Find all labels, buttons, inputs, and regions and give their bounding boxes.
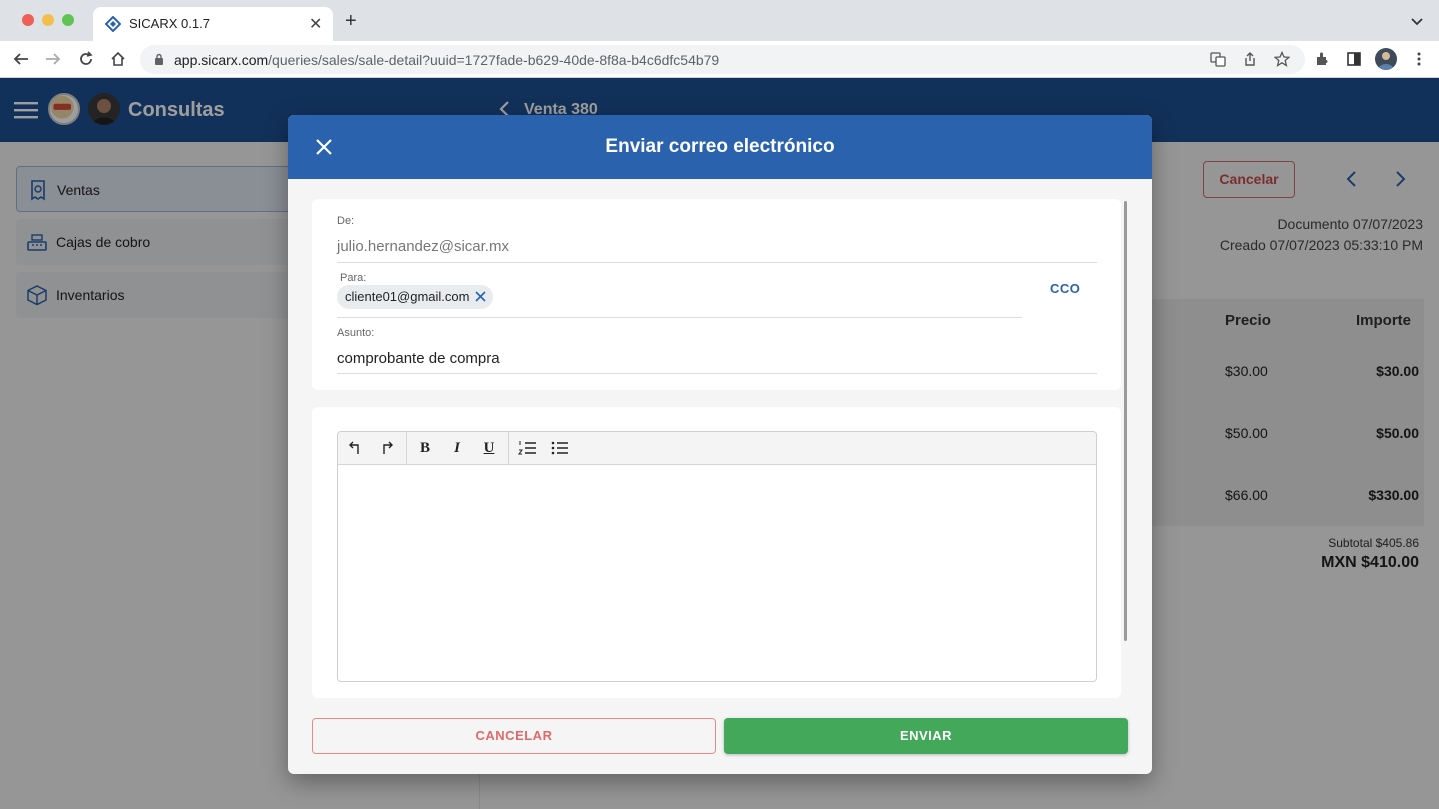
cancel-button[interactable]: CANCELAR (312, 718, 716, 754)
underline-button[interactable]: U (478, 438, 500, 458)
home-icon[interactable] (109, 50, 127, 68)
remove-chip-icon[interactable] (475, 291, 487, 302)
url-text: app.sicarx.com/queries/sales/sale-detail… (174, 52, 720, 68)
lock-icon (155, 53, 163, 65)
browser-tab[interactable]: SICARX 0.1.7 ✕ (93, 7, 333, 41)
undo-icon[interactable] (344, 438, 366, 458)
dialog-title: Enviar correo electrónico (605, 136, 835, 157)
toolbar-separator (508, 432, 509, 465)
recipient-chip[interactable]: cliente01@gmail.com (337, 285, 494, 309)
from-label: De: (337, 215, 355, 227)
close-window-button[interactable] (22, 14, 34, 26)
toolbar-separator (406, 432, 407, 465)
dialog-header: Enviar correo electrónico (288, 115, 1152, 179)
from-field: julio.hernandez@sicar.mx (337, 238, 509, 255)
sicar-logo-icon (105, 16, 121, 32)
maximize-window-button[interactable] (62, 14, 74, 26)
reload-icon[interactable] (77, 50, 95, 68)
bullet-list-icon[interactable] (549, 438, 571, 458)
star-icon[interactable] (1274, 51, 1290, 67)
divider (337, 373, 1097, 374)
sidepanel-icon[interactable] (1346, 51, 1362, 67)
more-vert-icon[interactable] (1411, 51, 1427, 67)
extensions-icon[interactable] (1314, 51, 1330, 67)
minimize-window-button[interactable] (42, 14, 54, 26)
email-body-card: B I U (312, 407, 1121, 698)
address-bar: app.sicarx.com/queries/sales/sale-detail… (0, 41, 1439, 78)
chevron-down-icon[interactable] (1410, 14, 1424, 28)
to-label: Para: (340, 272, 367, 284)
share-icon[interactable] (1242, 51, 1258, 67)
email-body-editor[interactable]: B I U (337, 431, 1097, 682)
browser-tab-bar: SICARX 0.1.7 ✕ + (0, 0, 1439, 41)
bold-button[interactable]: B (414, 438, 436, 458)
tab-close-icon[interactable]: ✕ (309, 14, 322, 34)
subject-field[interactable]: comprobante de compra (337, 350, 500, 367)
ordered-list-icon[interactable] (517, 438, 539, 458)
translate-icon[interactable] (1210, 51, 1226, 67)
forward-arrow-icon[interactable] (44, 50, 62, 68)
editor-toolbar: B I U (338, 432, 1096, 465)
back-arrow-icon[interactable] (12, 50, 30, 68)
recipient-chip-label: cliente01@gmail.com (345, 289, 470, 304)
divider (337, 317, 1022, 318)
send-button[interactable]: ENVIAR (724, 718, 1128, 754)
divider (337, 262, 1097, 263)
url-field[interactable]: app.sicarx.com/queries/sales/sale-detail… (140, 45, 1305, 74)
italic-button[interactable]: I (446, 438, 468, 458)
subject-label: Asunto: (337, 327, 375, 339)
new-tab-icon[interactable]: + (345, 11, 357, 31)
tab-title: SICARX 0.1.7 (129, 16, 210, 31)
email-fields-card: De: julio.hernandez@sicar.mx Para: clien… (312, 199, 1121, 390)
dialog-scrollbar[interactable] (1124, 201, 1127, 641)
browser-profile-avatar[interactable] (1375, 48, 1397, 70)
cco-button[interactable]: CCO (1050, 281, 1080, 296)
email-dialog: Enviar correo electrónico De: julio.hern… (288, 115, 1152, 774)
redo-icon[interactable] (376, 438, 398, 458)
